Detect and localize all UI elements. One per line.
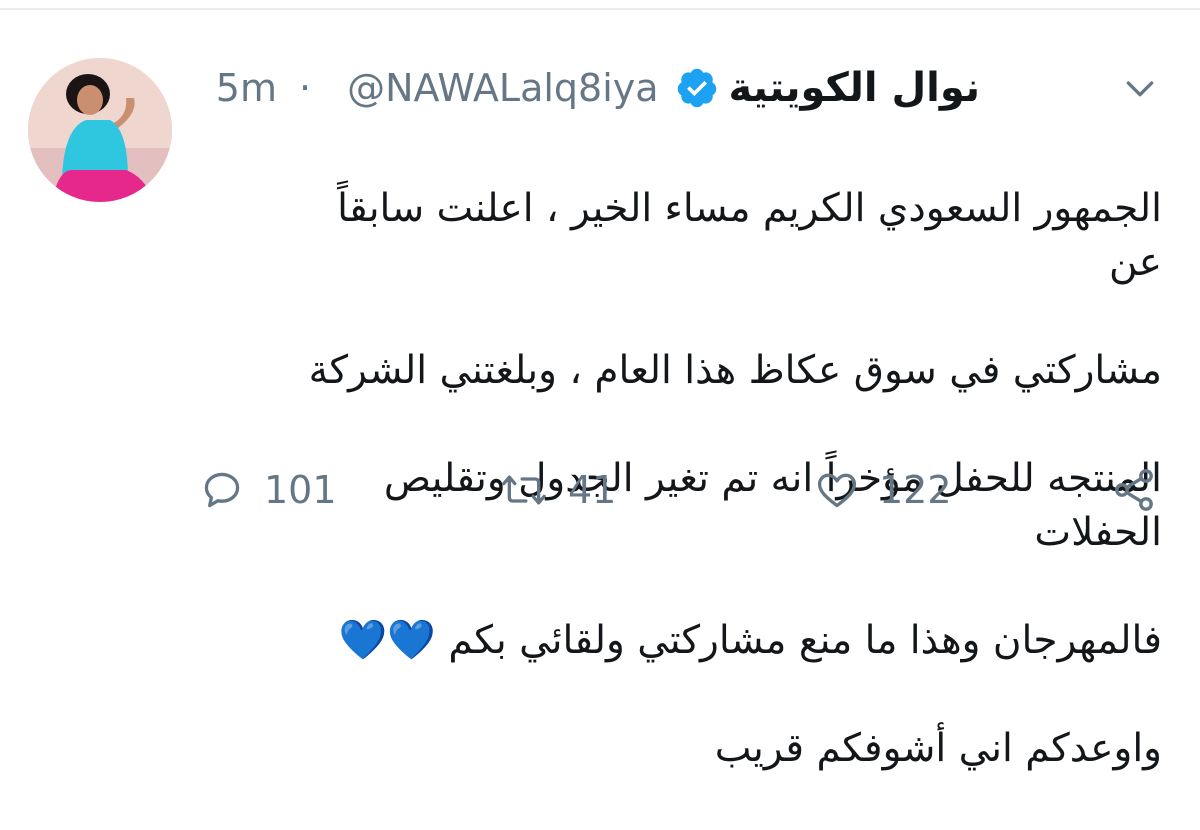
chevron-down-icon[interactable]: [1120, 68, 1160, 108]
retweet-icon: [500, 468, 548, 512]
user-handle[interactable]: @NAWALalq8iya: [347, 66, 658, 110]
reply-button[interactable]: 101: [200, 460, 337, 520]
like-count: 122: [879, 468, 952, 512]
tweet-line-2: مشاركتي في سوق عكاظ هذا العام ، وبلغتني …: [308, 348, 1162, 393]
tweet-header: 5m · @NAWALalq8iya نوال الكويتية: [200, 60, 1160, 116]
share-icon: [1110, 466, 1158, 514]
retweet-count: 41: [568, 468, 617, 512]
verified-icon: [675, 66, 719, 110]
tweet-line-5: واوعدكم اني أشوفكم قريب: [714, 726, 1162, 771]
separator-dot: ·: [298, 66, 312, 110]
share-button[interactable]: [1110, 460, 1158, 520]
tweet-line-1: الجمهور السعودي الكريم مساء الخير ، اعلن…: [337, 186, 1162, 285]
tweet-line-4: فالمهرجان وهذا ما منع مشاركتي ولقائي بكم…: [338, 618, 1162, 663]
display-name[interactable]: نوال الكويتية: [729, 65, 980, 111]
retweet-button[interactable]: 41: [500, 460, 616, 520]
tweet-actions: 101 41 122: [200, 460, 1180, 520]
avatar[interactable]: [28, 58, 172, 202]
like-button[interactable]: 122: [815, 460, 952, 520]
heart-icon: [815, 468, 859, 512]
top-divider: [0, 8, 1200, 10]
reply-count: 101: [264, 468, 337, 512]
tweet-time[interactable]: 5m: [216, 66, 277, 110]
reply-icon: [200, 468, 244, 512]
